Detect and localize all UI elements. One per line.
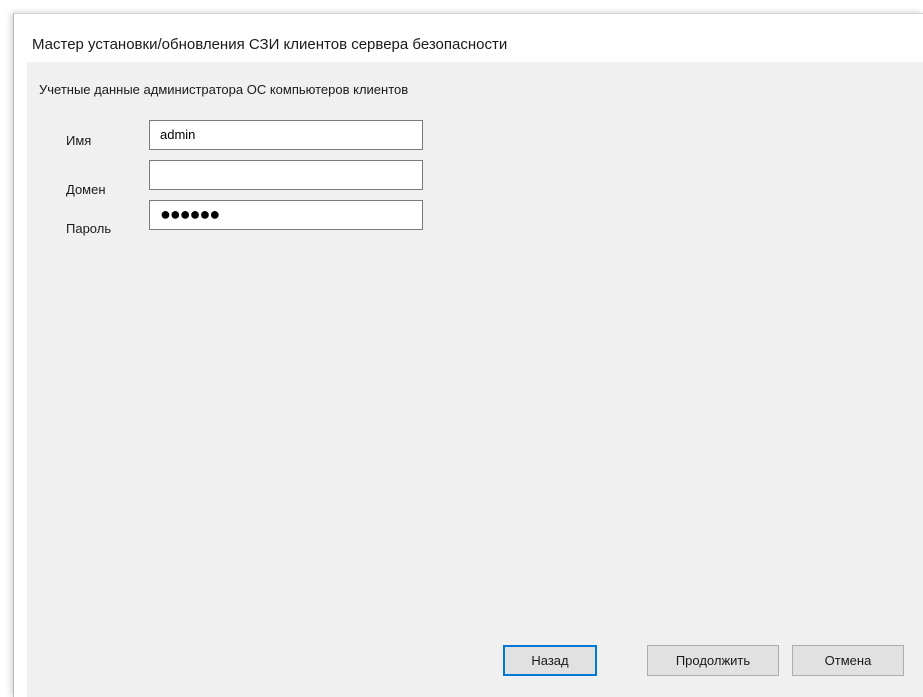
continue-button[interactable]: Продолжить [647, 645, 779, 676]
password-input[interactable]: ●●●●●● [149, 200, 423, 230]
domain-input[interactable] [149, 160, 423, 190]
name-input[interactable]: admin [149, 120, 423, 150]
window-title: Мастер установки/обновления СЗИ клиентов… [32, 36, 508, 53]
wizard-content-panel: Учетные данные администратора ОС компьют… [27, 62, 923, 697]
domain-label: Домен [66, 182, 106, 197]
credentials-section-title: Учетные данные администратора ОС компьют… [39, 82, 409, 97]
wizard-window: Мастер установки/обновления СЗИ клиентов… [13, 13, 923, 697]
password-label: Пароль [66, 221, 112, 236]
name-label: Имя [66, 133, 92, 148]
cancel-button[interactable]: Отмена [792, 645, 904, 676]
back-button[interactable]: Назад [503, 645, 597, 676]
password-mask: ●●●●●● [160, 204, 220, 224]
